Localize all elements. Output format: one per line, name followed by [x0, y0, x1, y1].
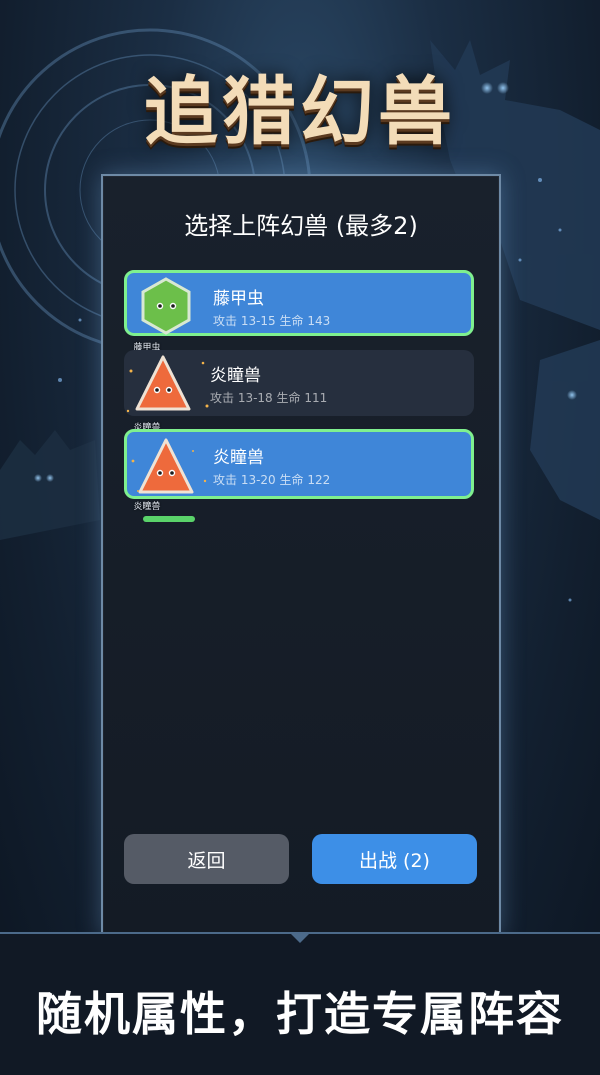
banner-pointer — [290, 933, 310, 943]
beast-stats: 攻击 13-15 生命 143 — [213, 314, 331, 328]
beast-selection-panel: 选择上阵幻兽 (最多2) 藤甲虫 攻击 13-15 生命 143 藤甲虫 炎瞳兽… — [101, 174, 501, 936]
beast-stats: 攻击 13-18 生命 111 — [210, 391, 328, 405]
creature-eye-glow — [567, 390, 577, 400]
beast-stats: 攻击 13-20 生命 122 — [213, 473, 331, 487]
bottom-banner: 随机属性，打造专属阵容 — [0, 932, 600, 1075]
beast-card[interactable]: 藤甲虫 攻击 13-15 生命 143 — [124, 270, 474, 336]
creature-eye-glow — [46, 474, 54, 482]
beast-name: 炎瞳兽 — [213, 448, 264, 468]
beast-name: 藤甲虫 — [213, 289, 264, 309]
panel-heading: 选择上阵幻兽 (最多2) — [184, 212, 418, 240]
creature-eye-glow — [34, 474, 42, 482]
hp-bar — [143, 516, 195, 522]
fire-sparkles — [126, 361, 209, 492]
banner-text: 随机属性，打造专属阵容 — [36, 987, 564, 1041]
battle-button[interactable]: 出战 (2) — [312, 834, 477, 884]
game-screen: 追猎幻兽 选择上阵幻兽 (最多2) 藤甲虫 攻击 13-15 生命 143 藤甲… — [0, 0, 600, 1075]
left-creature-silhouette — [0, 430, 100, 540]
beast-name: 炎瞳兽 — [210, 366, 261, 386]
game-title: 追猎幻兽 — [144, 69, 456, 155]
beast-avatar-hexagon — [141, 277, 191, 335]
back-button[interactable]: 返回 — [124, 834, 289, 884]
